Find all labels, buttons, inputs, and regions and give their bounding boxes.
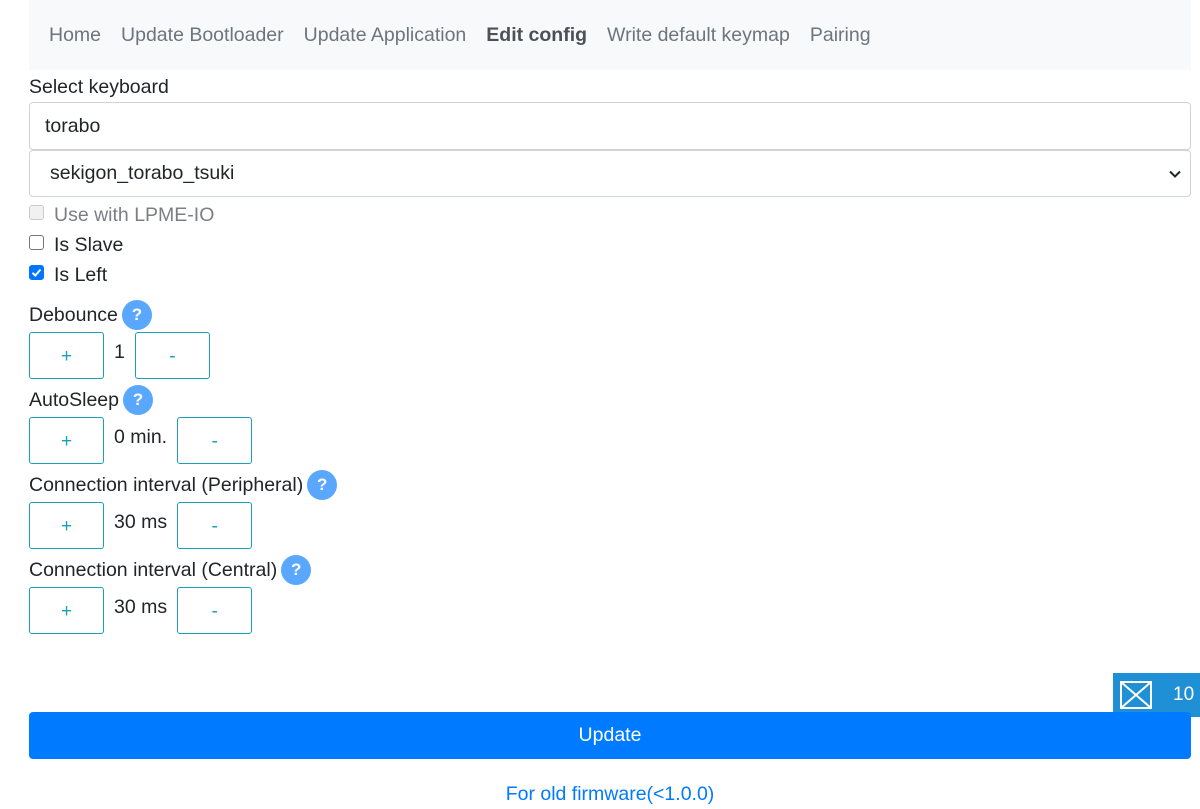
chevron-down-icon bbox=[1169, 170, 1181, 178]
debounce-label: Debounce bbox=[29, 303, 118, 326]
checkmark-icon bbox=[31, 268, 42, 277]
help-icon[interactable]: ? bbox=[307, 470, 338, 500]
help-icon[interactable]: ? bbox=[123, 385, 153, 415]
envelope-x-icon bbox=[1120, 681, 1152, 709]
notification-badge[interactable]: 10 bbox=[1113, 673, 1200, 717]
main-container: Home Update Bootloader Update Applicatio… bbox=[29, 0, 1191, 634]
central-interval-label: Connection interval (Central) bbox=[29, 558, 278, 581]
keyboard-select-value: sekigon_torabo_tsuki bbox=[50, 162, 235, 184]
debounce-increment-button[interactable]: + bbox=[29, 332, 104, 379]
lpme-label: Use with LPME-IO bbox=[54, 203, 215, 226]
left-checkbox[interactable] bbox=[29, 264, 44, 280]
left-label: Is Left bbox=[54, 263, 108, 286]
debounce-value: 1 bbox=[114, 341, 125, 363]
options-group: Use with LPME-IO Is Slave Is Left bbox=[29, 200, 1191, 290]
peripheral-increment-button[interactable]: + bbox=[29, 502, 104, 549]
slave-checkbox[interactable] bbox=[29, 234, 44, 250]
central-decrement-button[interactable]: - bbox=[177, 587, 253, 634]
nav-home[interactable]: Home bbox=[49, 24, 101, 47]
autosleep-decrement-button[interactable]: - bbox=[177, 417, 253, 464]
slave-option: Is Slave bbox=[29, 230, 1191, 260]
select-keyboard-label: Select keyboard bbox=[29, 76, 169, 98]
keyboard-search-input[interactable] bbox=[29, 102, 1191, 150]
peripheral-interval-stepper: + 30 ms - bbox=[29, 502, 1191, 549]
autosleep-field: AutoSleep ? + 0 min. - bbox=[29, 385, 1191, 464]
lpme-option: Use with LPME-IO bbox=[29, 200, 1191, 230]
top-navbar: Home Update Bootloader Update Applicatio… bbox=[29, 0, 1191, 70]
debounce-stepper: + 1 - bbox=[29, 332, 1191, 379]
nav-update-bootloader[interactable]: Update Bootloader bbox=[121, 24, 284, 47]
peripheral-interval-label: Connection interval (Peripheral) bbox=[29, 473, 304, 496]
slave-label: Is Slave bbox=[54, 233, 124, 256]
peripheral-interval-value: 30 ms bbox=[114, 511, 168, 533]
nav-pairing[interactable]: Pairing bbox=[810, 24, 871, 47]
debounce-decrement-button[interactable]: - bbox=[134, 332, 210, 379]
nav-update-application[interactable]: Update Application bbox=[304, 24, 467, 47]
central-interval-stepper: + 30 ms - bbox=[29, 587, 1191, 634]
autosleep-label: AutoSleep bbox=[29, 388, 119, 411]
help-icon[interactable]: ? bbox=[281, 555, 312, 585]
peripheral-decrement-button[interactable]: - bbox=[177, 502, 253, 549]
left-option: Is Left bbox=[29, 260, 1191, 290]
lpme-checkbox[interactable] bbox=[29, 204, 44, 220]
old-firmware-link[interactable]: For old firmware(<1.0.0) bbox=[0, 783, 1200, 806]
peripheral-interval-field: Connection interval (Peripheral) ? + 30 … bbox=[29, 470, 1191, 549]
central-interval-field: Connection interval (Central) ? + 30 ms … bbox=[29, 555, 1191, 634]
badge-count: 10 bbox=[1173, 684, 1195, 705]
central-interval-value: 30 ms bbox=[114, 596, 168, 618]
debounce-field: Debounce ? + 1 - bbox=[29, 300, 1191, 379]
update-button[interactable]: Update bbox=[29, 712, 1191, 759]
nav-write-default-keymap[interactable]: Write default keymap bbox=[607, 24, 790, 47]
help-icon[interactable]: ? bbox=[121, 300, 152, 330]
autosleep-value: 0 min. bbox=[114, 426, 168, 448]
keyboard-select[interactable]: sekigon_torabo_tsuki bbox=[29, 150, 1191, 197]
central-increment-button[interactable]: + bbox=[29, 587, 104, 634]
autosleep-stepper: + 0 min. - bbox=[29, 417, 1191, 464]
autosleep-increment-button[interactable]: + bbox=[29, 417, 104, 464]
nav-edit-config[interactable]: Edit config bbox=[486, 24, 587, 47]
